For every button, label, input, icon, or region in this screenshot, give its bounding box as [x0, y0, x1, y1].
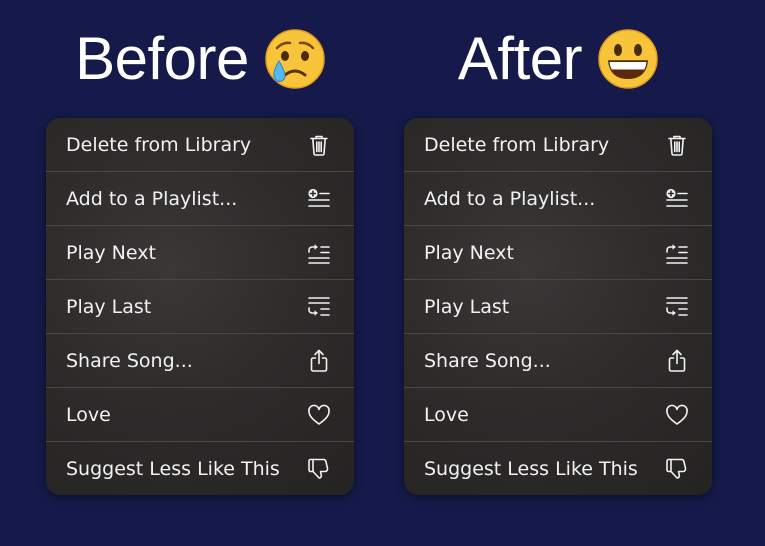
heart-icon: [664, 402, 690, 428]
panel-after: After Delete from Library Add to a Playl…: [404, 0, 714, 495]
panel-before: Before Delete from Library Add to a Play…: [46, 0, 356, 495]
menu-item-delete-from-library[interactable]: Delete from Library: [46, 118, 354, 172]
grinning-face-icon: [598, 29, 658, 89]
share-icon: [664, 348, 690, 374]
before-heading-text: Before: [75, 25, 249, 92]
menu-item-label: Play Next: [66, 241, 156, 264]
menu-item-share-song[interactable]: Share Song...: [404, 334, 712, 388]
menu-item-share-song[interactable]: Share Song...: [46, 334, 354, 388]
menu-item-label: Suggest Less Like This: [424, 457, 638, 480]
share-icon: [306, 348, 332, 374]
menu-item-suggest-less[interactable]: Suggest Less Like This: [404, 442, 712, 495]
add-to-playlist-icon: [306, 186, 332, 212]
trash-icon: [306, 132, 332, 158]
before-heading: Before: [46, 0, 356, 118]
menu-item-label: Suggest Less Like This: [66, 457, 280, 480]
menu-item-label: Love: [424, 403, 469, 426]
trash-icon: [664, 132, 690, 158]
menu-item-play-next[interactable]: Play Next: [46, 226, 354, 280]
context-menu-before: Delete from Library Add to a Playlist...…: [46, 118, 354, 495]
context-menu-after: Delete from Library Add to a Playlist...…: [404, 118, 712, 495]
thumbs-down-icon: [306, 456, 332, 482]
menu-item-label: Delete from Library: [424, 133, 610, 156]
menu-item-label: Share Song...: [424, 349, 551, 372]
menu-item-add-to-playlist[interactable]: Add to a Playlist...: [46, 172, 354, 226]
menu-item-label: Add to a Playlist...: [424, 187, 596, 210]
menu-item-add-to-playlist[interactable]: Add to a Playlist...: [404, 172, 712, 226]
menu-item-suggest-less[interactable]: Suggest Less Like This: [46, 442, 354, 495]
play-last-icon: [306, 294, 332, 320]
menu-item-label: Play Last: [424, 295, 510, 318]
menu-item-play-last[interactable]: Play Last: [404, 280, 712, 334]
menu-item-love[interactable]: Love: [46, 388, 354, 442]
play-next-icon: [664, 240, 690, 266]
menu-item-label: Share Song...: [66, 349, 193, 372]
menu-item-label: Add to a Playlist...: [66, 187, 238, 210]
menu-item-label: Delete from Library: [66, 133, 252, 156]
menu-item-label: Play Next: [424, 241, 514, 264]
play-last-icon: [664, 294, 690, 320]
after-heading-text: After: [457, 25, 583, 92]
menu-item-play-next[interactable]: Play Next: [404, 226, 712, 280]
play-next-icon: [306, 240, 332, 266]
menu-item-love[interactable]: Love: [404, 388, 712, 442]
add-to-playlist-icon: [664, 186, 690, 212]
thumbs-down-icon: [664, 456, 690, 482]
crying-face-icon: [265, 29, 325, 89]
menu-item-label: Play Last: [66, 295, 152, 318]
heart-icon: [306, 402, 332, 428]
menu-item-delete-from-library[interactable]: Delete from Library: [404, 118, 712, 172]
menu-item-play-last[interactable]: Play Last: [46, 280, 354, 334]
menu-item-label: Love: [66, 403, 111, 426]
after-heading: After: [404, 0, 714, 118]
